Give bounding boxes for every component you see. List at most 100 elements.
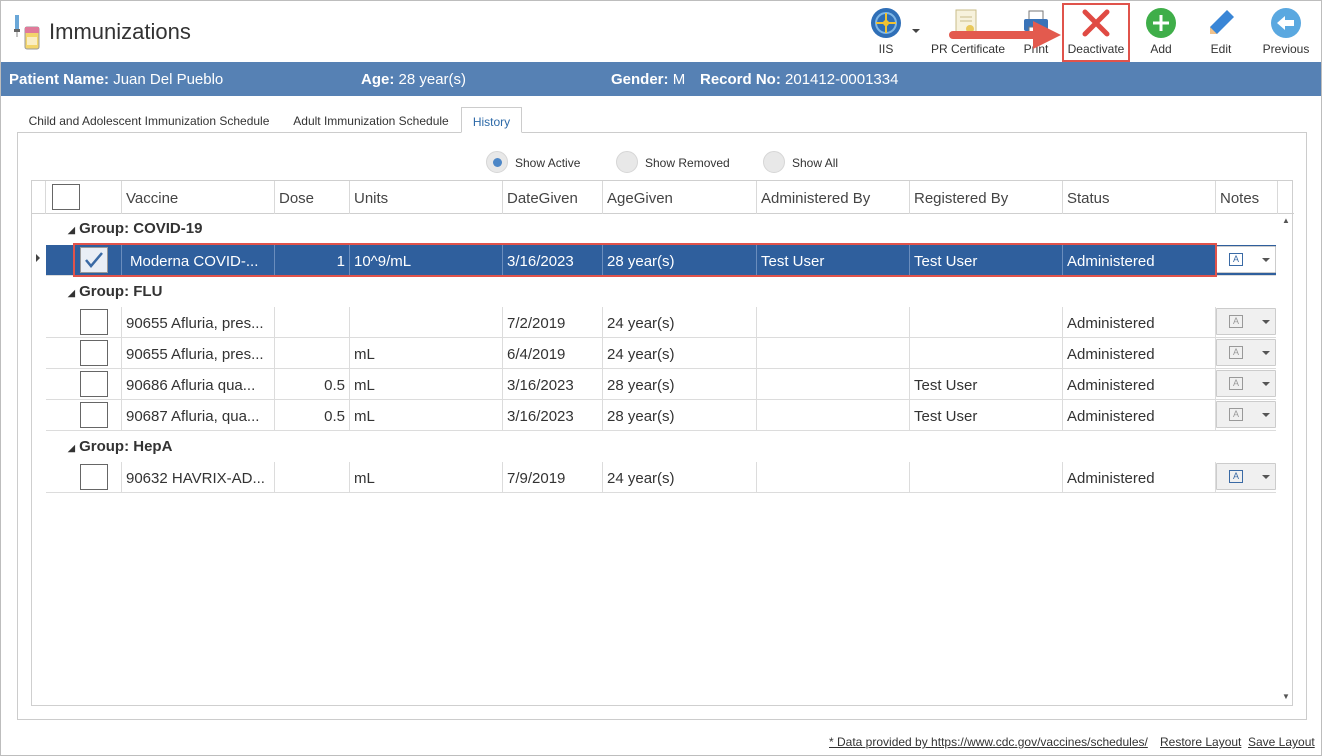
tab-history[interactable]: History [461,107,522,133]
cell-units: mL [350,462,503,493]
cell-units: mL [350,369,503,400]
notes-dropdown[interactable]: A [1216,308,1276,335]
edit-button[interactable]: Edit [1186,1,1256,61]
table-row[interactable]: 90687 Afluria, qua... 0.5 mL 3/16/2023 2… [46,400,1276,431]
col-status[interactable]: Status [1063,181,1216,214]
row-indicator-header [32,181,46,214]
cell-date-given: 7/2/2019 [503,307,603,338]
vaccine-vial-icon [14,15,40,50]
patient-age: Age: 28 year(s) [361,71,467,88]
collapse-triangle-icon: ◢ [68,288,75,298]
dropdown-arrow-icon [1262,475,1270,479]
scroll-down-icon[interactable]: ▼ [1282,692,1290,701]
green-plus-icon [1146,8,1176,38]
cell-status: Administered [1063,400,1216,431]
collapse-triangle-icon: ◢ [68,225,75,235]
row-checkbox[interactable] [80,340,108,366]
table-row[interactable]: 90632 HAVRIX-AD... mL 7/9/2019 24 year(s… [46,462,1276,493]
cell-administered-by [757,307,910,338]
notes-dropdown[interactable]: A [1216,246,1276,273]
cell-administered-by [757,369,910,400]
cell-dose [275,338,350,369]
dropdown-arrow-icon [1262,351,1270,355]
cell-vaccine: 90655 Afluria, pres... [122,307,275,338]
cell-administered-by [757,338,910,369]
scroll-up-icon[interactable]: ▲ [1282,216,1290,225]
radio-off-icon [763,151,785,173]
notes-icon: A [1229,346,1243,359]
annotation-arrow [949,21,1061,49]
table-row[interactable]: 90686 Afluria qua... 0.5 mL 3/16/2023 28… [46,369,1276,400]
notes-dropdown[interactable]: A [1216,463,1276,490]
cell-age-given: 24 year(s) [603,307,757,338]
cell-dose [275,462,350,493]
cdc-data-link[interactable]: * Data provided by https://www.cdc.gov/v… [829,735,1148,749]
cell-vaccine: 90687 Afluria, qua... [122,400,275,431]
checkbox-cell [46,462,122,493]
cell-vaccine: 90655 Afluria, pres... [122,338,275,369]
immunizations-window: Immunizations IIS PR Certificate Print D… [0,0,1322,756]
cell-age-given: 28 year(s) [603,400,757,431]
collapse-triangle-icon: ◢ [68,443,75,453]
col-date-given[interactable]: DateGiven [503,181,603,214]
checkbox-cell [46,307,122,338]
group-header-covid[interactable]: ◢ Group: COVID-19 [68,220,202,237]
col-dose[interactable]: Dose [275,181,350,214]
notes-icon: A [1229,470,1243,483]
col-registered-by[interactable]: Registered By [910,181,1063,214]
cell-age-given: 24 year(s) [603,338,757,369]
col-notes[interactable]: Notes [1216,181,1278,214]
previous-button[interactable]: Previous [1251,1,1321,61]
dropdown-arrow-icon [1262,413,1270,417]
deactivate-highlight [1062,3,1130,62]
notes-icon: A [1229,253,1243,266]
radio-off-icon [616,151,638,173]
row-checkbox[interactable] [80,402,108,428]
tab-child-schedule[interactable]: Child and Adolescent Immunization Schedu… [17,107,281,133]
notes-dropdown[interactable]: A [1216,401,1276,428]
back-arrow-icon [1271,8,1301,38]
cell-date-given: 6/4/2019 [503,338,603,369]
tab-adult-schedule[interactable]: Adult Immunization Schedule [285,107,457,133]
patient-record: Record No: 201412-0001334 [700,71,899,88]
row-checkbox[interactable] [80,309,108,335]
cell-administered-by [757,400,910,431]
notes-dropdown[interactable]: A [1216,339,1276,366]
iis-button[interactable]: IIS [851,1,921,61]
cell-registered-by [910,307,1063,338]
dropdown-arrow-icon [1262,382,1270,386]
save-layout-link[interactable]: Save Layout [1248,735,1315,749]
cell-status: Administered [1063,307,1216,338]
table-row[interactable]: 90655 Afluria, pres... mL 6/4/2019 24 ye… [46,338,1276,369]
patient-info-bar: Patient Name: Juan Del Pueblo Age: 28 ye… [1,62,1321,96]
row-checkbox[interactable] [80,371,108,397]
grid-header: Vaccine Dose Units DateGiven AgeGiven Ad… [32,181,1294,214]
cell-registered-by: Test User [910,400,1063,431]
row-checkbox[interactable] [80,464,108,490]
cell-dose: 0.5 [275,369,350,400]
cell-vaccine: 90686 Afluria qua... [122,369,275,400]
col-age-given[interactable]: AgeGiven [603,181,757,214]
cell-vaccine: 90632 HAVRIX-AD... [122,462,275,493]
globe-network-icon [871,8,901,38]
col-units[interactable]: Units [350,181,503,214]
notes-icon: A [1229,315,1243,328]
cell-status: Administered [1063,369,1216,400]
notes-dropdown[interactable]: A [1216,370,1276,397]
cell-registered-by [910,462,1063,493]
checkbox-cell [46,369,122,400]
group-header-flu[interactable]: ◢ Group: FLU [68,283,162,300]
col-vaccine[interactable]: Vaccine [122,181,275,214]
table-row[interactable]: 90655 Afluria, pres... 7/2/2019 24 year(… [46,307,1276,338]
iis-dropdown-icon[interactable] [912,29,920,33]
page-title: Immunizations [49,19,191,44]
col-administered-by[interactable]: Administered By [757,181,910,214]
group-header-hepa[interactable]: ◢ Group: HepA [68,438,172,455]
restore-layout-link[interactable]: Restore Layout [1160,735,1241,749]
pencil-icon [1210,10,1234,34]
select-all-checkbox[interactable] [52,184,80,210]
notes-icon: A [1229,377,1243,390]
patient-gender: Gender: M [611,71,686,88]
checkbox-cell [46,338,122,369]
dropdown-arrow-icon [1262,258,1270,262]
